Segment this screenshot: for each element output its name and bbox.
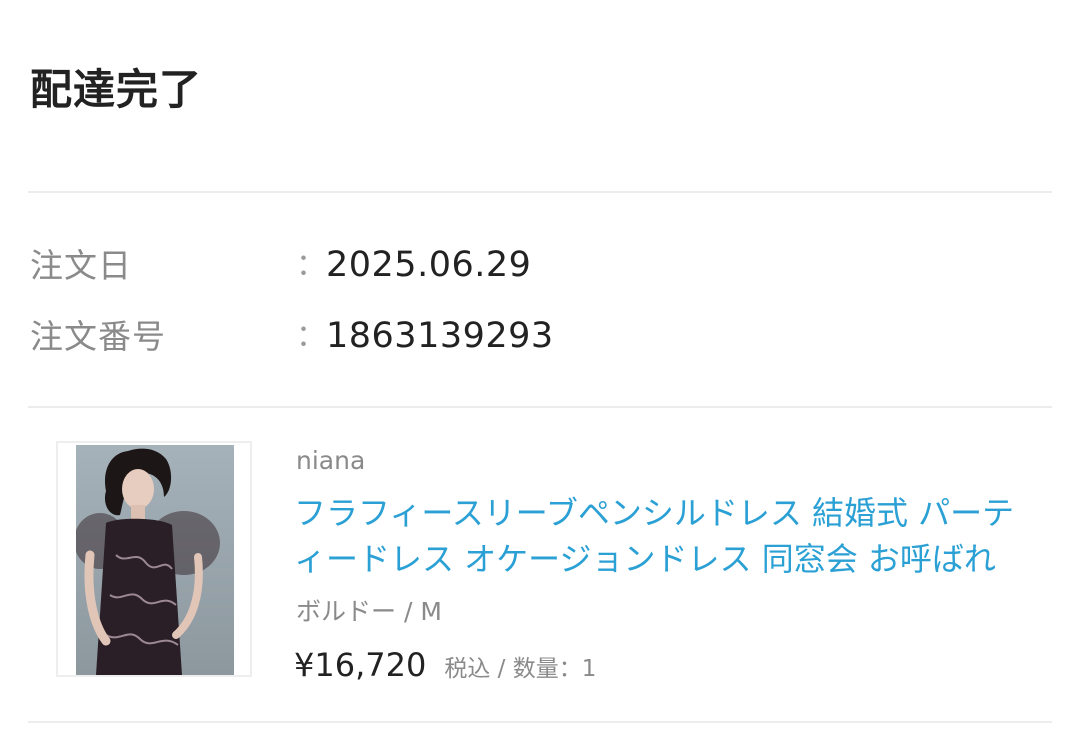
delivery-status-title: 配達完了	[30, 65, 203, 114]
order-number-label: 注文番号	[30, 317, 166, 356]
brand-name: niana	[296, 446, 366, 475]
price-line: ¥16,720 税込 / 数量：1	[294, 642, 596, 692]
order-date-row: 注文日 ： 2025.06.29	[30, 240, 1030, 290]
product-variant: ボルドー / M	[296, 597, 442, 626]
product-image[interactable]	[56, 441, 252, 677]
order-date-separator: ：	[296, 248, 326, 283]
order-number-separator: ：	[296, 319, 326, 354]
price-tax-quantity: 税込 / 数量：1	[444, 656, 597, 682]
order-number-row: 注文番号 ： 1863139293	[30, 311, 1030, 361]
order-date-value: 2025.06.29	[326, 245, 532, 285]
divider	[28, 406, 1052, 408]
order-detail-page: 配達完了 注文日 ： 2025.06.29 注文番号 ： 1863139293	[0, 0, 1080, 742]
product-photo-icon	[76, 445, 234, 675]
divider	[28, 191, 1052, 193]
divider	[28, 721, 1052, 723]
order-number-value: 1863139293	[326, 316, 554, 356]
product-price: ¥16,720	[294, 646, 427, 684]
product-name-link[interactable]: フラフィースリーブペンシルドレス 結婚式 パーティードレス オケージョンドレス …	[294, 490, 1024, 582]
order-date-label: 注文日	[30, 246, 132, 285]
